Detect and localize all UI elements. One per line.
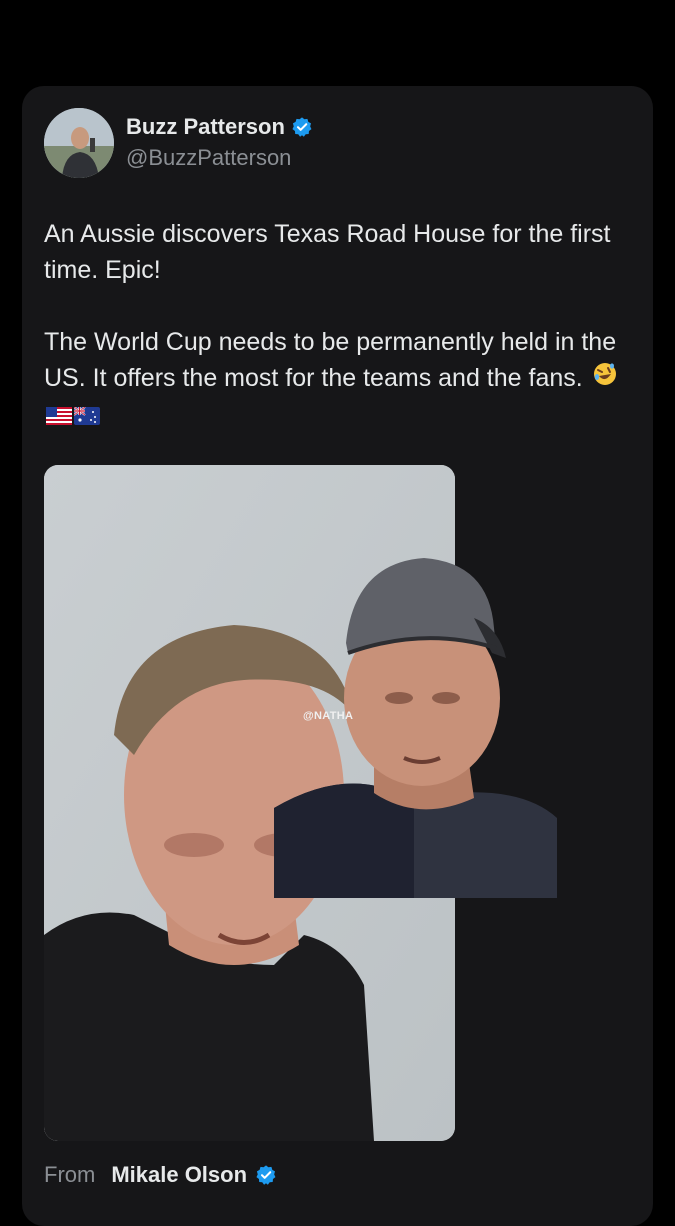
australia-flag-emoji-icon [73,399,100,435]
post-text: An Aussie discovers Texas Road House for… [44,216,634,435]
overlay-video-inset[interactable] [274,548,557,898]
post-paragraph-2-container: The World Cup needs to be permanently he… [44,324,634,435]
video-attribution[interactable]: From Mikale Olson [44,1162,277,1188]
video-watermark: @NATHA [303,710,354,722]
source-author-name[interactable]: Mikale Olson [111,1162,247,1188]
post-paragraph-1: An Aussie discovers Texas Road House for… [44,220,611,284]
author-name-row[interactable]: Buzz Patterson [126,114,313,140]
rolling-on-floor-laughing-emoji-icon [592,361,618,397]
verified-badge-icon [291,116,313,138]
verified-badge-icon [255,1164,277,1186]
from-label: From [44,1162,96,1187]
author-avatar[interactable] [44,108,114,178]
author-name[interactable]: Buzz Patterson [126,114,285,140]
author-handle[interactable]: @BuzzPatterson [126,145,291,171]
post-paragraph-2: The World Cup needs to be permanently he… [44,328,617,392]
us-flag-emoji-icon [46,399,72,435]
